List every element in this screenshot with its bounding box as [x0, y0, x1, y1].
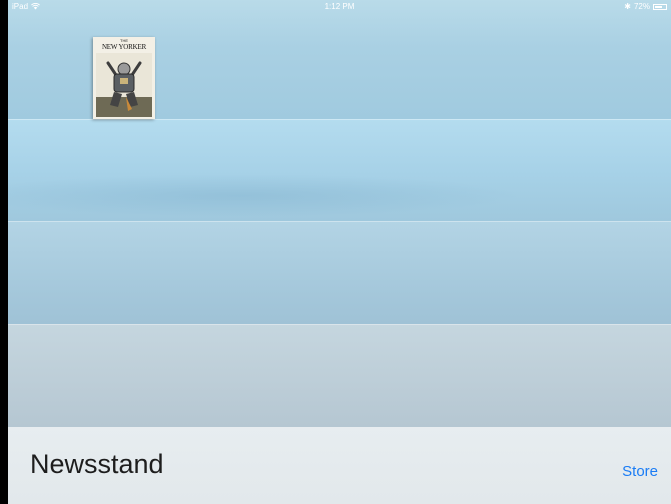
magazine-title: NEW YORKER: [101, 43, 147, 51]
status-right: ✱ 72%: [624, 2, 667, 11]
shelf-row-3: [8, 221, 671, 324]
battery-icon: [653, 3, 667, 10]
status-bar: iPad 1:12 PM ✱ 72%: [8, 0, 671, 14]
status-time: 1:12 PM: [324, 2, 355, 11]
shelf-divider: [8, 324, 671, 325]
shelf-divider: [8, 221, 671, 222]
newsstand-screen: iPad 1:12 PM ✱ 72% THE NEW YORKER Newsst…: [8, 0, 671, 504]
shelf-row-4: [8, 324, 671, 427]
shelf-row-2: [8, 119, 671, 221]
bluetooth-icon: ✱: [624, 2, 631, 11]
shelf-divider: [8, 119, 671, 120]
magazine-new-yorker[interactable]: THE NEW YORKER: [93, 37, 155, 119]
battery-percent: 72%: [633, 2, 650, 11]
battery-fill: [655, 5, 663, 8]
store-button[interactable]: Store: [622, 463, 658, 480]
bottom-toolbar: Newsstand Store: [8, 427, 671, 504]
magazine-cover-art-icon: [96, 53, 152, 117]
page-title: Newsstand: [30, 449, 164, 479]
